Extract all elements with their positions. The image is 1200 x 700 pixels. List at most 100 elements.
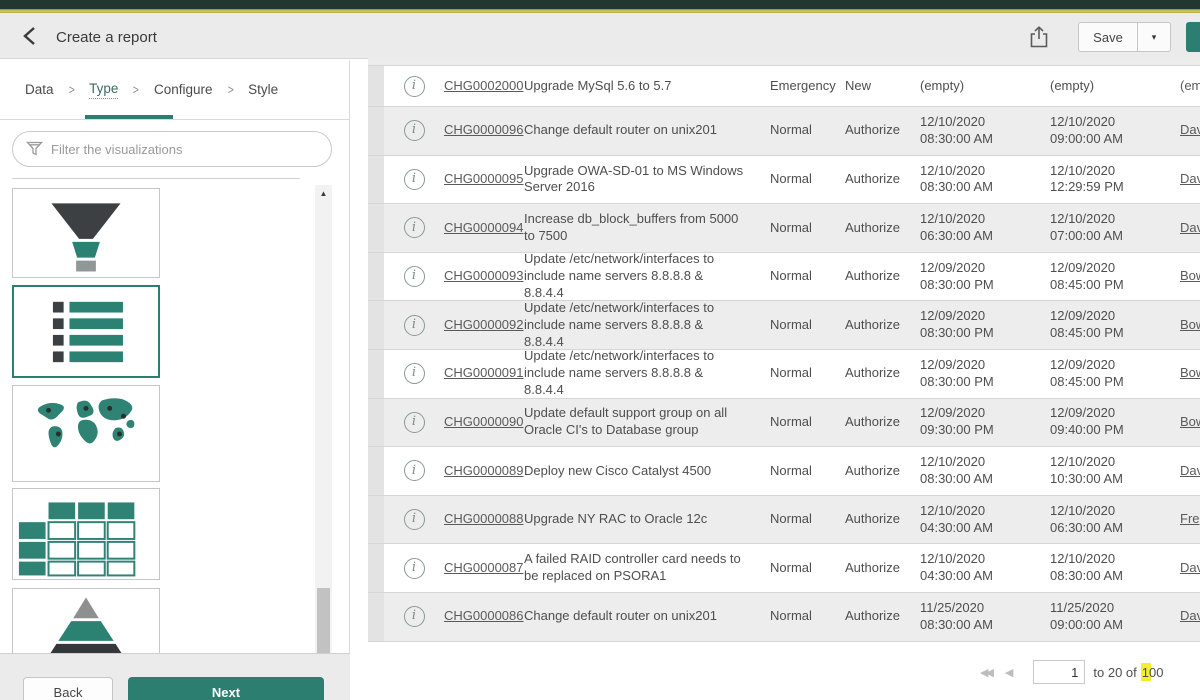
save-button[interactable]: Save <box>1078 22 1138 52</box>
step-style[interactable]: Style <box>248 82 278 97</box>
row-info-cell: i <box>384 544 444 592</box>
table-body: i CHG0002000 Upgrade MySql 5.6 to 5.7 Em… <box>368 66 1200 642</box>
assigned-to-link[interactable]: Bow <box>1180 268 1200 285</box>
info-icon[interactable]: i <box>404 509 425 530</box>
planned-end-date: 12/10/2020 09:00:00 AM <box>1040 107 1170 155</box>
assigned-to-link[interactable]: Dav <box>1180 171 1200 188</box>
filter-visualizations-input[interactable] <box>12 131 332 167</box>
change-number-link[interactable]: CHG0000092 <box>444 317 524 334</box>
pagination-total: 100 <box>1142 665 1164 680</box>
state-value: Authorize <box>835 544 910 592</box>
priority-value: Normal <box>760 156 835 204</box>
state-value: Authorize <box>835 156 910 204</box>
priority-value: Normal <box>760 496 835 544</box>
short-description: Upgrade MySql 5.6 to 5.7 <box>524 66 760 106</box>
change-request-table: i CHG0002000 Upgrade MySql 5.6 to 5.7 Em… <box>368 58 1200 642</box>
info-icon[interactable]: i <box>404 460 425 481</box>
row-info-cell: i <box>384 350 444 398</box>
table-row: i CHG0000086 Change default router on un… <box>368 593 1200 642</box>
planned-end-date: 12/09/2020 09:40:00 PM <box>1040 399 1170 447</box>
assigned-to-link[interactable]: Bow <box>1180 317 1200 334</box>
first-page-icon[interactable]: ◀◀ <box>980 666 991 679</box>
change-number-link[interactable]: CHG0000088 <box>444 511 524 528</box>
assigned-to-link[interactable]: Bow <box>1180 414 1200 431</box>
step-type[interactable]: Type <box>89 81 118 99</box>
row-left-gutter <box>368 204 384 252</box>
share-icon[interactable] <box>1028 25 1050 49</box>
step-data[interactable]: Data <box>25 82 54 97</box>
back-button[interactable]: Back <box>23 677 113 700</box>
change-number-link[interactable]: CHG0000094 <box>444 220 524 237</box>
assigned-to-link[interactable]: Dav <box>1180 608 1200 625</box>
page-input[interactable] <box>1033 660 1085 684</box>
assigned-to-link[interactable]: Dav <box>1180 463 1200 480</box>
info-icon[interactable]: i <box>404 76 425 97</box>
planned-end-date: 12/10/2020 08:30:00 AM <box>1040 544 1170 592</box>
planned-start-date: 12/09/2020 08:30:00 PM <box>910 350 1040 398</box>
row-left-gutter <box>368 156 384 204</box>
next-button[interactable]: Next <box>128 677 324 700</box>
row-info-cell: i <box>384 399 444 447</box>
assigned-to-link[interactable]: Fre <box>1180 511 1200 528</box>
change-number-link[interactable]: CHG0000087 <box>444 560 524 577</box>
planned-end-date: 12/10/2020 10:30:00 AM <box>1040 447 1170 495</box>
scrollbar-thumb[interactable] <box>317 588 330 653</box>
priority-value: Normal <box>760 593 835 641</box>
viz-scrollbar[interactable]: ▲ ▼ <box>315 185 332 700</box>
change-number-link[interactable]: CHG0000096 <box>444 122 524 139</box>
planned-start-date: 12/09/2020 08:30:00 PM <box>910 301 1040 349</box>
previous-page-icon[interactable]: ◀ <box>1005 666 1013 679</box>
step-configure[interactable]: Configure <box>154 82 213 97</box>
table-row: i CHG0002000 Upgrade MySql 5.6 to 5.7 Em… <box>368 66 1200 107</box>
change-number-link[interactable]: CHG0000086 <box>444 608 524 625</box>
state-value: Authorize <box>835 447 910 495</box>
assigned-to-link[interactable]: Dav <box>1180 560 1200 577</box>
info-icon[interactable]: i <box>404 412 425 433</box>
short-description: Update default support group on all Orac… <box>524 399 760 447</box>
table-row: i CHG0000090 Update default support grou… <box>368 399 1200 448</box>
priority-value: Normal <box>760 447 835 495</box>
info-icon[interactable]: i <box>404 315 425 336</box>
planned-start-date: 12/10/2020 08:30:00 AM <box>910 156 1040 204</box>
viz-thumbnail-list[interactable] <box>12 285 160 378</box>
info-icon[interactable]: i <box>404 363 425 384</box>
row-info-cell: i <box>384 66 444 106</box>
change-number-link[interactable]: CHG0000089 <box>444 463 524 480</box>
state-value: Authorize <box>835 496 910 544</box>
change-number-link[interactable]: CHG0000091 <box>444 365 524 382</box>
change-number-link[interactable]: CHG0000095 <box>444 171 524 188</box>
viz-thumbnail-heatmap[interactable] <box>12 488 160 580</box>
save-dropdown-button[interactable]: ▾ <box>1138 22 1171 52</box>
assigned-to-link[interactable]: Dav <box>1180 122 1200 139</box>
pagination: ◀◀ ◀ to 20 of 100 <box>980 658 1163 686</box>
viz-thumbnail-map[interactable] <box>12 385 160 482</box>
info-icon[interactable]: i <box>404 558 425 579</box>
state-value: Authorize <box>835 301 910 349</box>
info-icon[interactable]: i <box>404 217 425 238</box>
assigned-to-link[interactable]: Bow <box>1180 365 1200 382</box>
back-chevron-icon[interactable] <box>20 25 42 47</box>
table-row: i CHG0000089 Deploy new Cisco Catalyst 4… <box>368 447 1200 496</box>
heatmap-table-icon <box>13 489 159 579</box>
planned-start-date: 11/25/2020 08:30:00 AM <box>910 593 1040 641</box>
table-row: i CHG0000088 Upgrade NY RAC to Oracle 12… <box>368 496 1200 545</box>
info-icon[interactable]: i <box>404 606 425 627</box>
planned-end-date: 12/10/2020 12:29:59 PM <box>1040 156 1170 204</box>
planned-end-date: (empty) <box>1040 66 1170 106</box>
change-number-link[interactable]: CHG0000093 <box>444 268 524 285</box>
assigned-to-link[interactable]: Dav <box>1180 220 1200 237</box>
run-button-partial[interactable] <box>1186 22 1200 52</box>
info-icon[interactable]: i <box>404 120 425 141</box>
short-description: Update /etc/network/interfaces to includ… <box>524 301 760 349</box>
row-left-gutter <box>368 593 384 641</box>
change-number-link[interactable]: CHG0000090 <box>444 414 524 431</box>
partial-scrolled-row <box>368 58 1200 66</box>
caret-down-icon: ▾ <box>1152 32 1157 43</box>
info-icon[interactable]: i <box>404 266 425 287</box>
info-icon[interactable]: i <box>404 169 425 190</box>
change-number-link[interactable]: CHG0002000 <box>444 78 524 95</box>
viz-thumbnail-funnel[interactable] <box>12 188 160 278</box>
scroll-up-icon[interactable]: ▲ <box>315 185 332 201</box>
short-description: A failed RAID controller card needs to b… <box>524 544 760 592</box>
row-info-cell: i <box>384 107 444 155</box>
